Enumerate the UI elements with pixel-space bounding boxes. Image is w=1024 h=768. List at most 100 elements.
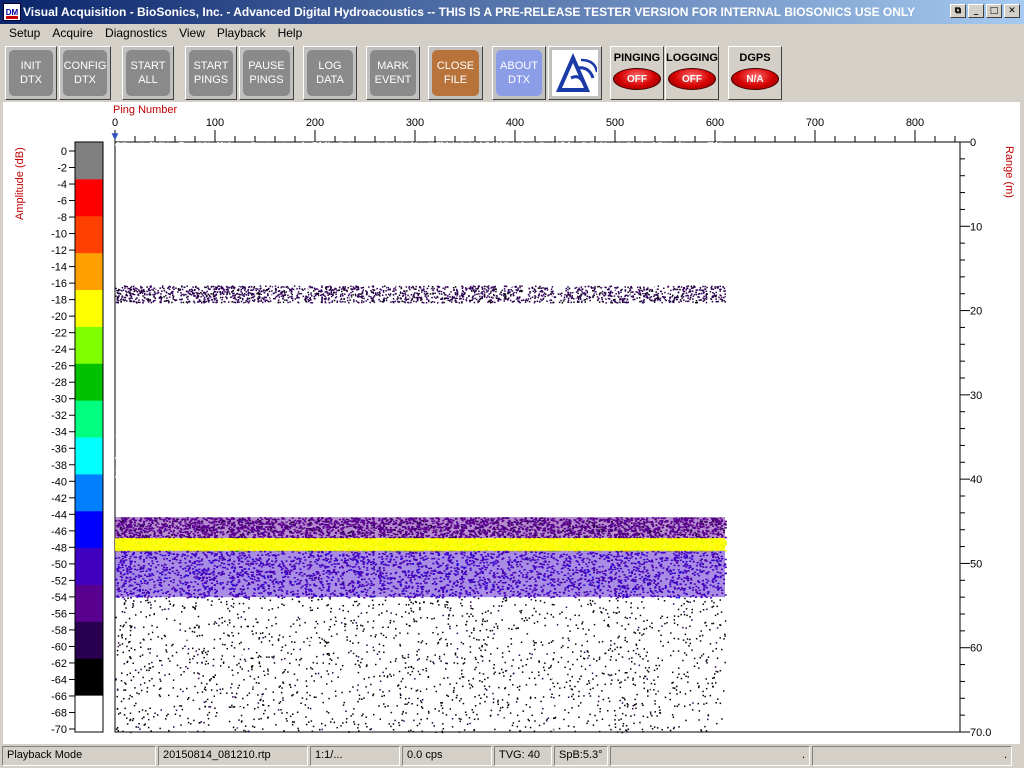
colorbar-tick-label: -64 [51, 674, 67, 686]
close-file-button[interactable]: CLOSE FILE [428, 46, 483, 100]
mark-event-button[interactable]: MARK EVENT [366, 46, 420, 100]
about-dtx-label: ABOUT DTX [496, 50, 542, 96]
y-tick-label: 20 [970, 306, 982, 318]
toolbar: INIT DTX CONFIG DTX START ALL START PING… [0, 42, 1024, 102]
close-icon[interactable]: ✕ [1004, 4, 1020, 18]
colorbar-tick-label: -32 [51, 410, 67, 422]
status-cell-8: . [812, 746, 1012, 766]
start-pings-button[interactable]: START PINGS [185, 46, 237, 100]
start-pings-label: START PINGS [189, 50, 233, 96]
y-axis-label: Range (m) [1003, 146, 1015, 198]
colorbar-tick-label: -2 [57, 163, 67, 175]
colorbar-segment [75, 400, 103, 438]
colorbar-label: Amplitude (dB) [14, 147, 26, 220]
colorbar-segment [75, 178, 103, 217]
config-dtx-button[interactable]: CONFIG DTX [59, 46, 111, 100]
colorbar-tick-label: -14 [51, 262, 67, 274]
menu-playback[interactable]: Playback [211, 26, 272, 40]
y-tick-label: 50 [970, 558, 982, 570]
ping-cursor-icon: ▼ [112, 132, 119, 142]
colorbar-segment [75, 215, 103, 254]
minimize-icon[interactable]: _ [968, 4, 984, 18]
echogram-layer [115, 517, 727, 540]
colorbar-tick-label: -34 [51, 427, 67, 439]
x-tick-label: 400 [506, 117, 524, 129]
colorbar-tick-label: -8 [57, 212, 67, 224]
menu-help[interactable]: Help [272, 26, 309, 40]
colorbar-tick-label: -60 [51, 641, 67, 653]
colorbar-segment [75, 289, 103, 327]
colorbar-segment [75, 621, 103, 659]
colorbar-tick-label: -28 [51, 377, 67, 389]
log-data-button[interactable]: LOG DATA [303, 46, 357, 100]
menu-setup[interactable]: Setup [3, 26, 46, 40]
menu-acquire[interactable]: Acquire [46, 26, 99, 40]
x-tick-label: 700 [806, 117, 824, 129]
colorbar-tick-label: -22 [51, 328, 67, 340]
x-tick-label: 0 [112, 117, 118, 129]
colorbar-tick-label: 0 [61, 146, 67, 158]
colorbar-tick-label: -56 [51, 608, 67, 620]
echogram-layer [115, 538, 727, 553]
title-bar: DM Visual Acquisition - BioSonics, Inc. … [0, 0, 1024, 24]
menu-view[interactable]: View [173, 26, 211, 40]
log-data-label: LOG DATA [307, 50, 353, 96]
colorbar-tick-label: -16 [51, 278, 67, 290]
colorbar-segment [75, 695, 103, 733]
y-tick-label: 30 [970, 390, 982, 402]
echogram-band [115, 538, 725, 551]
colorbar-tick-label: -70 [51, 724, 67, 736]
colorbar-tick-label: -38 [51, 460, 67, 472]
restore-icon[interactable]: ⧉ [950, 4, 966, 18]
echogram-chart[interactable]: 0 100 200 300 400 500 600 700 800Ping Number▼ 010… [3, 102, 1020, 744]
init-dtx-button[interactable]: INIT DTX [5, 46, 57, 100]
colorbar-tick-label: -26 [51, 361, 67, 373]
colorbar-segment [75, 473, 103, 512]
pause-pings-label: PAUSE PINGS [243, 50, 290, 96]
pinging-label: PINGING [613, 52, 661, 64]
colorbar-segment [75, 658, 103, 696]
colorbar-segment [75, 326, 103, 364]
dgps-indicator: DGPS N/A [728, 46, 782, 100]
colorbar-tick-label: -4 [57, 179, 67, 191]
status-tvg: TVG: 40 [494, 746, 552, 766]
biosonics-logo-icon [552, 50, 598, 96]
about-dtx-button[interactable]: ABOUT DTX [492, 46, 546, 100]
colorbar-tick-label: -62 [51, 658, 67, 670]
close-file-label: CLOSE FILE [432, 50, 479, 96]
colorbar-tick-label: -10 [51, 229, 67, 241]
colorbar-tick-label: -52 [51, 575, 67, 587]
colorbar-tick-label: -20 [51, 311, 67, 323]
menu-diagnostics[interactable]: Diagnostics [99, 26, 173, 40]
logging-indicator: LOGGING OFF [665, 46, 719, 100]
status-ratio: 1:1/... [310, 746, 400, 766]
app-icon: DM [3, 3, 21, 21]
logging-label: LOGGING [666, 52, 718, 64]
status-cps: 0.0 cps [402, 746, 492, 766]
status-file: 20150814_081210.rtp [158, 746, 308, 766]
x-tick-label: 600 [706, 117, 724, 129]
start-all-button[interactable]: START ALL [122, 46, 174, 100]
biosonics-logo-button[interactable] [548, 46, 602, 100]
dgps-state: N/A [731, 68, 779, 90]
y-tick-label: 70.0 [970, 727, 991, 739]
echogram-band [115, 550, 725, 598]
y-tick-label: 40 [970, 474, 982, 486]
pause-pings-button[interactable]: PAUSE PINGS [239, 46, 294, 100]
colorbar-tick-label: -54 [51, 592, 67, 604]
echogram-layer [115, 550, 727, 599]
colorbar-tick-label: -66 [51, 691, 67, 703]
maximize-icon[interactable]: □ [986, 4, 1002, 18]
status-mode: Playback Mode [2, 746, 156, 766]
dgps-label: DGPS [739, 52, 771, 64]
logging-state: OFF [668, 68, 716, 90]
colorbar-tick-label: -58 [51, 625, 67, 637]
x-axis-label: Ping Number [113, 104, 178, 116]
plot-area [114, 141, 961, 733]
colorbar-segment [75, 547, 103, 585]
colorbar-tick-label: -24 [51, 344, 67, 356]
y-tick-label: 60 [970, 643, 982, 655]
x-tick-label: 500 [606, 117, 624, 129]
echogram-panel: 0 100 200 300 400 500 600 700 800 Ping Number ▼ 0 10… [3, 102, 1020, 744]
colorbar-tick-label: -50 [51, 559, 67, 571]
